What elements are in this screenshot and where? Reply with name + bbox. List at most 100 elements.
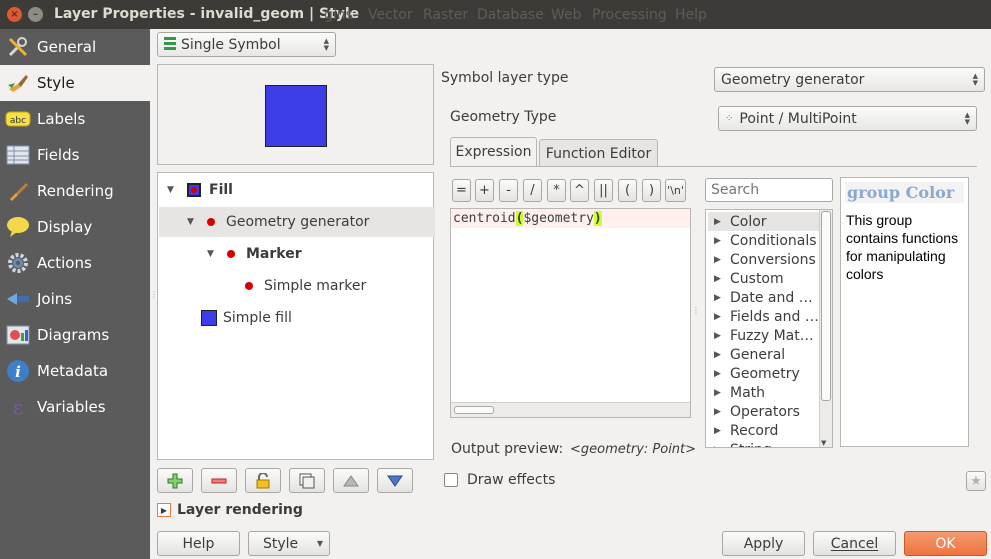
duplicate-layer-button[interactable] [289,468,325,493]
effects-star-button[interactable]: ★ [966,471,986,491]
sidebar-item-label: Rendering [37,182,114,200]
function-list-scrollbar[interactable]: ▼ [819,210,832,447]
minimize-window-button[interactable]: – [28,7,43,22]
function-group-item[interactable]: ▶ Operators [708,402,800,421]
sidebar-item-style[interactable]: Style [0,65,150,101]
lock-layer-button[interactable] [245,468,281,493]
tab-function-editor[interactable]: Function Editor [539,139,658,167]
expression-editor[interactable]: centroid($ geometry) [450,208,691,418]
move-down-button[interactable] [377,468,413,493]
tree-row-marker[interactable]: ▼ Marker [159,239,435,269]
brush-rendering-icon [5,178,31,204]
operator-label: '\n' [667,184,684,197]
operator-newline-button[interactable]: '\n' [665,179,686,202]
expand-arrow-icon: ▶ [714,445,722,448]
sidebar-item-display[interactable]: Display [0,209,150,245]
function-group-item[interactable]: ▶ Conditionals [708,231,817,250]
geometry-type-combo[interactable]: ⁘ Point / MultiPoint ▲ ▼ [718,106,977,131]
sidebar-item-label: Diagrams [37,326,110,344]
info-icon: i [5,358,31,384]
scrollbar-thumb[interactable] [821,211,831,401]
operator-close-paren-button[interactable]: ) [642,179,661,202]
symbol-layer-type-combo[interactable]: Geometry generator ▲ ▼ [714,67,985,92]
layer-rendering-group[interactable]: ▶ Layer rendering [157,500,303,520]
expression-var-prefix: $ [523,211,532,226]
sidebar-item-metadata[interactable]: i Metadata [0,353,150,389]
window-title: Layer Properties - invalid_geom | Style [54,6,360,22]
operator-label: + [479,183,490,198]
operator-plus-button[interactable]: + [475,179,494,202]
sidebar-item-actions[interactable]: Actions [0,245,150,281]
operator-concat-button[interactable]: || [594,179,613,202]
function-group-item[interactable]: ▶ Math [708,383,765,402]
function-group-label: Operators [730,403,800,420]
remove-symbol-layer-button[interactable] [201,468,237,493]
function-group-item[interactable]: ▶ Color [708,212,820,231]
operator-equals-button[interactable]: = [452,179,471,202]
cancel-button[interactable]: Cancel [813,531,896,556]
tree-row-simple-fill[interactable]: Simple fill [159,303,435,333]
editor-horizontal-scrollbar[interactable] [451,402,690,417]
function-group-item[interactable]: ▶ Fields and … [708,307,819,326]
style-menu-button[interactable]: Style ▼ [248,531,330,556]
tree-row-simple-marker[interactable]: Simple marker [159,271,435,301]
sidebar-item-rendering[interactable]: Rendering [0,173,150,209]
sidebar-item-general[interactable]: General [0,29,150,65]
function-group-item[interactable]: ▶ Geometry [708,364,800,383]
add-symbol-layer-button[interactable] [157,468,193,493]
sidebar-item-joins[interactable]: Joins [0,281,150,317]
move-up-button[interactable] [333,468,369,493]
function-group-item[interactable]: ▶ Fuzzy Mat… [708,326,814,345]
ok-button[interactable]: OK [904,531,987,556]
expression-line[interactable]: centroid($ geometry) [451,209,690,228]
function-group-item[interactable]: ▶ Conversions [708,250,816,269]
sidebar-item-fields[interactable]: Fields [0,137,150,173]
tree-row-geometry-generator[interactable]: ▼ Geometry generator [159,207,435,237]
title-bar: × – Layer Properties - invalid_geom | St… [0,0,991,29]
function-group-item[interactable]: ▶ Record [708,421,778,440]
renderer-type-combo[interactable]: Single Symbol ▲ ▼ [157,32,336,57]
expand-triangle-icon: ▼ [187,217,194,227]
scroll-down-arrow-icon[interactable]: ▼ [821,439,826,447]
function-group-item[interactable]: ▶ General [708,345,785,364]
function-group-label: Custom [730,270,784,287]
operator-open-paren-button[interactable]: ( [618,179,637,202]
function-search-input[interactable] [705,178,833,202]
apply-button[interactable]: Apply [722,531,805,556]
draw-effects-checkbox[interactable]: Draw effects [444,472,555,488]
abc-label-icon: abc [5,106,31,132]
function-group-item[interactable]: ▶ String [708,440,772,448]
sidebar-item-variables[interactable]: ε Variables [0,389,150,425]
close-window-button[interactable]: × [7,7,22,22]
function-group-label: Record [730,422,779,439]
diagram-icon [5,322,31,348]
expression-close-paren: ) [593,211,602,226]
tree-row-fill[interactable]: ▼ Fill [159,175,435,205]
help-button[interactable]: Help [157,531,240,556]
splitter-handle[interactable]: ⋮ [692,306,700,315]
function-group-label: Fields and … [730,308,819,325]
operator-label: * [553,183,560,198]
operator-divide-button[interactable]: / [523,179,542,202]
sidebar: General Style abc Labels Fields Renderin… [0,29,150,559]
splitter-handle[interactable]: ⋮ [150,290,158,300]
sidebar-item-label: General [37,38,97,56]
gear-actions-icon [5,250,31,276]
output-preview-value: <geometry: Point> [570,442,697,457]
function-group-item[interactable]: ▶ Custom [708,269,784,288]
operator-power-button[interactable]: ^ [570,179,589,202]
sidebar-item-diagrams[interactable]: Diagrams [0,317,150,353]
scrollbar-thumb[interactable] [454,406,494,414]
expression-variable: geometry [531,211,594,226]
tab-expression[interactable]: Expression [450,137,537,166]
symbol-preview-swatch [265,85,327,147]
operator-minus-button[interactable]: - [499,179,518,202]
symbol-layer-type-label: Symbol layer type [441,70,569,86]
function-group-item[interactable]: ▶ Date and … [708,288,813,307]
checkbox-box[interactable] [444,473,458,487]
sidebar-item-labels[interactable]: abc Labels [0,101,150,137]
table-fields-icon [5,142,31,168]
operator-multiply-button[interactable]: * [547,179,566,202]
button-label: OK [935,535,956,552]
point-type-icon: ⁘ [725,113,734,124]
